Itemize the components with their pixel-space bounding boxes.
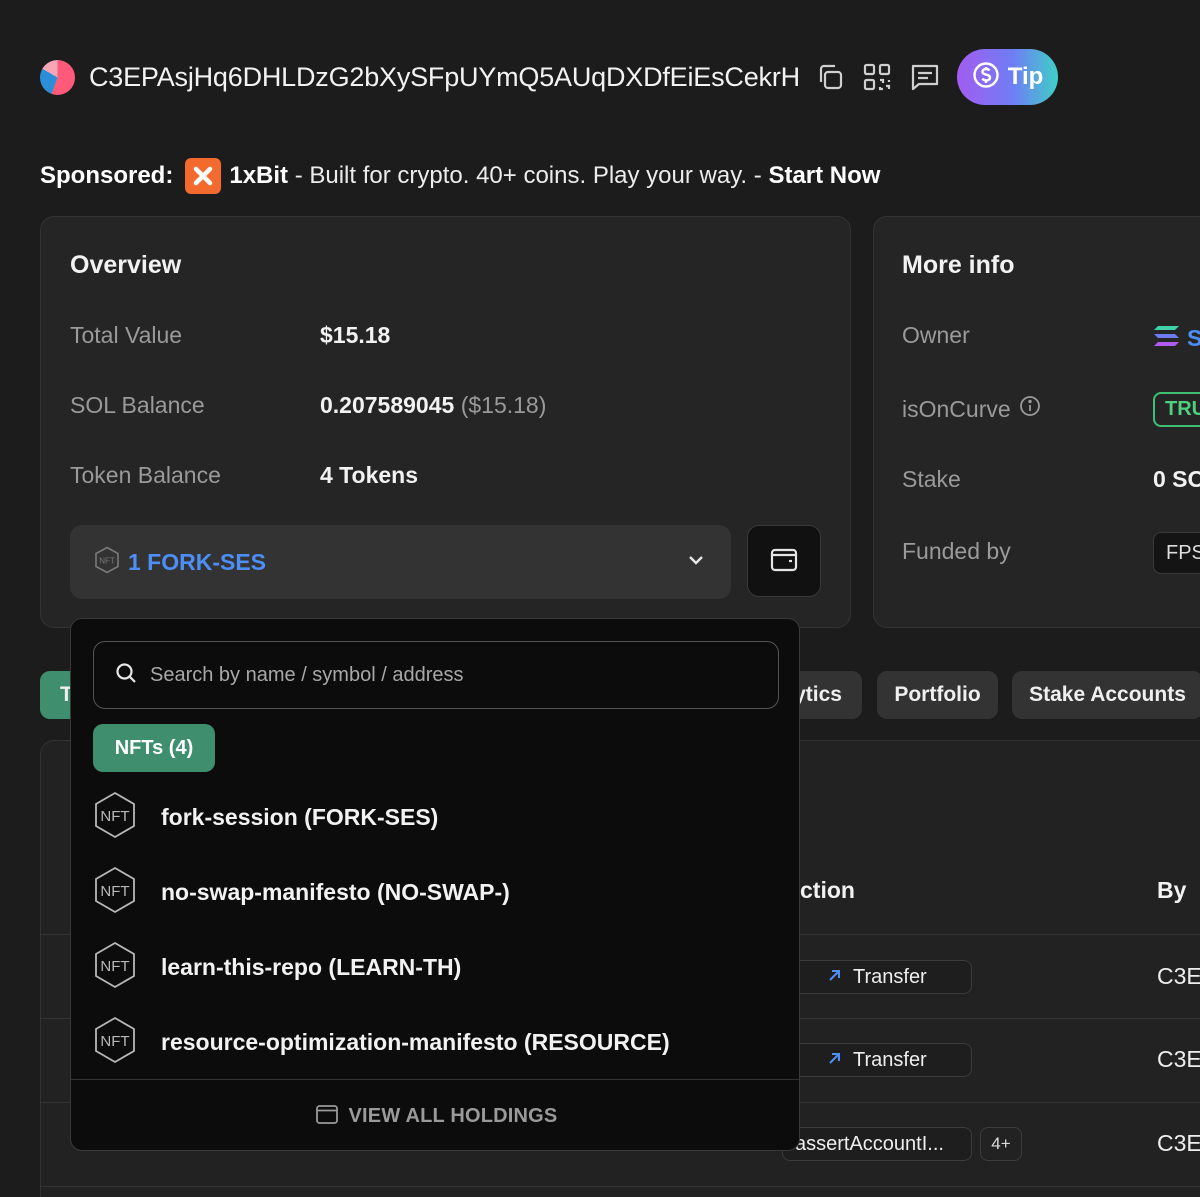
svg-text:NFT: NFT: [100, 883, 129, 900]
is-on-curve-label: isOnCurve: [902, 395, 1011, 422]
tip-label: Tip: [1007, 63, 1044, 90]
sol-balance-amount: 0.207589045: [320, 392, 455, 418]
holdings-selector[interactable]: NFT 1 FORK-SES: [70, 525, 731, 599]
chevron-down-icon: [685, 549, 707, 576]
sol-balance-label: SOL Balance: [70, 392, 205, 418]
svg-text:NFT: NFT: [100, 958, 129, 975]
owner-label: Owner: [902, 322, 970, 348]
arrow-up-right-icon: [827, 966, 843, 989]
arrow-up-right-icon: [827, 1049, 843, 1072]
sponsor-cta-link[interactable]: Start Now: [768, 162, 880, 190]
holding-name: no-swap-manifesto (NO-SWAP-): [161, 878, 510, 905]
total-value: $15.18: [320, 322, 391, 348]
action-pill[interactable]: Transfer: [782, 1043, 972, 1077]
info-icon[interactable]: [1019, 395, 1041, 423]
sponsored-banner: Sponsored: 1xBit - Built for crypto. 40+…: [40, 158, 880, 194]
holding-name: resource-optimization-manifesto (RESOURC…: [161, 1028, 670, 1055]
solana-icon: [1153, 324, 1181, 353]
action-label: Transfer: [853, 1048, 927, 1071]
nft-filter-chip[interactable]: NFTs (4): [93, 724, 215, 772]
column-header-by: By: [1157, 877, 1187, 903]
sponsor-brand[interactable]: 1xBit: [229, 162, 288, 190]
message-icon[interactable]: [908, 60, 942, 94]
holding-item[interactable]: NFT resource-optimization-manifesto (RES…: [93, 1012, 783, 1072]
stake-value: 0 SO: [1153, 466, 1200, 492]
sol-balance-value: 0.207589045 ($15.18): [320, 392, 546, 419]
more-info-title: More info: [902, 251, 1015, 279]
nft-icon: NFT: [93, 866, 137, 919]
column-header-action: ction: [800, 877, 855, 903]
sol-balance-usd: ($15.18): [460, 392, 547, 418]
action-label: Transfer: [853, 965, 927, 988]
svg-text:NFT: NFT: [100, 1033, 129, 1050]
search-input[interactable]: [150, 663, 750, 687]
holdings-dropdown: NFTs (4) NFT fork-session (FORK-SES) NFT…: [70, 618, 800, 1151]
sponsor-logo-icon: [185, 158, 222, 194]
wallet-icon: [769, 544, 799, 579]
funded-by-label: Funded by: [902, 538, 1011, 564]
svg-text:NFT: NFT: [99, 556, 115, 565]
tab-stake-accounts[interactable]: Stake Accounts: [1012, 671, 1200, 719]
more-actions-count[interactable]: 4+: [980, 1127, 1022, 1161]
token-balance-label: Token Balance: [70, 462, 221, 488]
overview-title: Overview: [70, 251, 182, 279]
is-on-curve-label-wrap: isOnCurve: [902, 395, 1041, 423]
nft-icon: NFT: [93, 941, 137, 994]
account-address: C3EPAsjHq6DHLDzG2bXySFpUYmQ5AUqDXDfEiEsC…: [89, 62, 800, 92]
view-all-holdings-label: VIEW ALL HOLDINGS: [348, 1104, 558, 1127]
action-pill[interactable]: Transfer: [782, 960, 972, 994]
sponsored-prefix: Sponsored:: [40, 162, 174, 189]
selected-holding: 1 FORK-SES: [128, 548, 267, 575]
holding-item[interactable]: NFT fork-session (FORK-SES): [93, 787, 783, 847]
holding-name: learn-this-repo (LEARN-TH): [161, 953, 462, 980]
wallet-avatar: [40, 60, 75, 95]
table-divider: [41, 1186, 1200, 1187]
sponsor-text: - Built for crypto. 40+ coins. Play your…: [288, 162, 769, 189]
by-value[interactable]: C3E: [1157, 963, 1200, 990]
funded-by-value[interactable]: FPS: [1153, 532, 1200, 574]
holding-item[interactable]: NFT learn-this-repo (LEARN-TH): [93, 937, 783, 997]
nft-icon: NFT: [93, 1016, 137, 1069]
by-value[interactable]: C3E: [1157, 1046, 1200, 1073]
is-on-curve-badge: TRU: [1153, 392, 1200, 427]
action-pill[interactable]: assertAccountI...: [782, 1127, 972, 1161]
action-label: assertAccountI...: [795, 1132, 944, 1155]
by-value[interactable]: C3E: [1157, 1130, 1200, 1157]
owner-link[interactable]: S: [1187, 325, 1200, 352]
nft-badge-icon: NFT: [94, 546, 120, 579]
holding-item[interactable]: NFT no-swap-manifesto (NO-SWAP-): [93, 862, 783, 922]
copy-icon[interactable]: [813, 60, 847, 94]
holdings-search[interactable]: [93, 641, 779, 709]
nft-icon: NFT: [93, 791, 137, 844]
owner-value[interactable]: S: [1153, 324, 1200, 353]
wallet-icon: [315, 1102, 339, 1131]
svg-text:NFT: NFT: [100, 808, 129, 825]
holding-name: fork-session (FORK-SES): [161, 803, 439, 830]
tip-button[interactable]: Tip: [957, 49, 1058, 105]
view-all-holdings-button[interactable]: VIEW ALL HOLDINGS: [71, 1079, 799, 1150]
total-value-label: Total Value: [70, 322, 183, 348]
wallet-button[interactable]: [747, 525, 821, 597]
stake-label: Stake: [902, 466, 961, 492]
tab-portfolio[interactable]: Portfolio: [877, 671, 998, 719]
search-icon: [114, 661, 138, 690]
qr-code-icon[interactable]: [860, 60, 894, 94]
dollar-icon: [972, 61, 1000, 94]
token-balance-value: 4 Tokens: [320, 462, 418, 488]
